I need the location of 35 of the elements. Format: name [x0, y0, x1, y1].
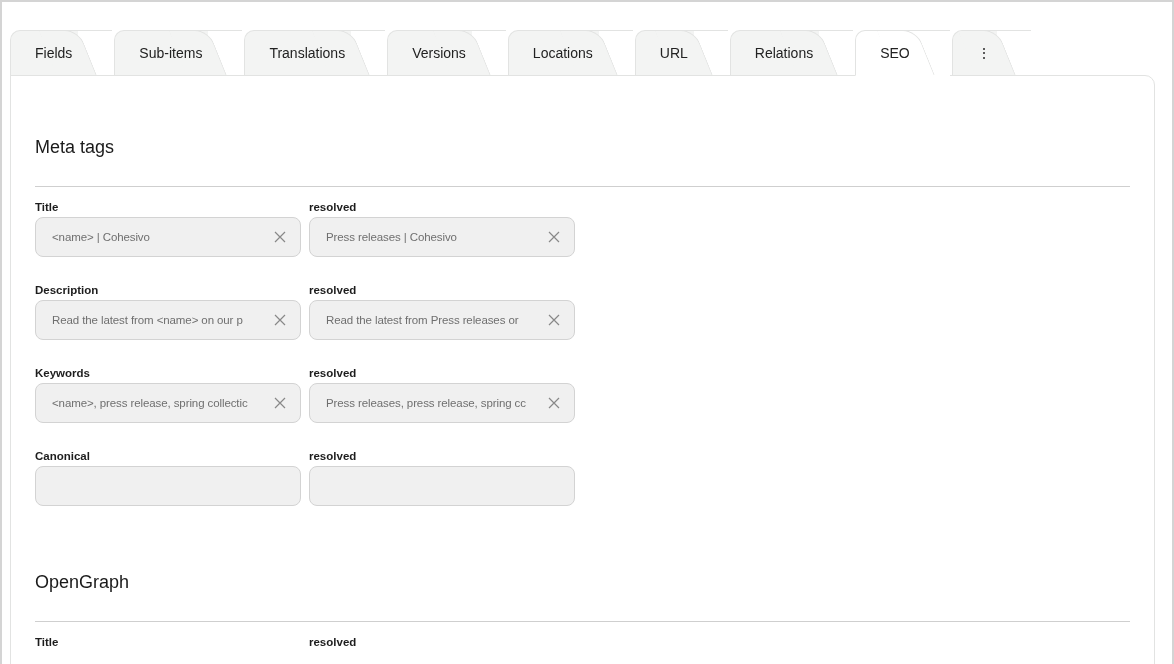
clear-icon[interactable] [548, 314, 560, 326]
field-label: Canonical [35, 450, 91, 462]
tab[interactable]: Translations [244, 30, 386, 76]
section-heading: OpenGraph [35, 572, 1130, 622]
text-field[interactable] [309, 466, 575, 506]
text-field[interactable]: Press releases, press release, spring cc [309, 383, 575, 423]
clear-icon[interactable] [274, 231, 286, 243]
text-field[interactable] [35, 466, 301, 506]
tab[interactable]: Locations [507, 30, 633, 76]
clear-icon[interactable] [274, 397, 286, 409]
text-field[interactable]: Read the latest from Press releases or [309, 300, 575, 340]
text-field[interactable]: Read the latest from <name> on our p [35, 300, 301, 340]
tab[interactable]: Fields [10, 30, 113, 76]
field-label: Title [35, 636, 60, 648]
clear-icon[interactable] [548, 231, 560, 243]
field-label: Keywords [35, 367, 91, 379]
text-field[interactable]: Press releases | Cohesivo [309, 217, 575, 257]
field-label: Description [35, 284, 100, 296]
tab[interactable]: SEO [855, 30, 950, 76]
field-label: resolved [309, 367, 358, 379]
field-label: resolved [309, 284, 358, 296]
text-field[interactable]: <name> | Cohesivo [35, 217, 301, 257]
tab[interactable]: ⋮ [951, 30, 1031, 76]
section-heading: Meta tags [35, 137, 1130, 187]
tab[interactable]: Sub-items [114, 30, 243, 76]
tab[interactable]: URL [634, 30, 728, 76]
field-label: Title [35, 201, 60, 213]
tab[interactable]: Relations [729, 30, 854, 76]
text-field[interactable]: <name>, press release, spring collectic [35, 383, 301, 423]
clear-icon[interactable] [548, 397, 560, 409]
field-label: resolved [309, 450, 358, 462]
field-label: resolved [309, 636, 358, 648]
clear-icon[interactable] [274, 314, 286, 326]
tab[interactable]: Versions [387, 30, 506, 76]
field-label: resolved [309, 201, 358, 213]
